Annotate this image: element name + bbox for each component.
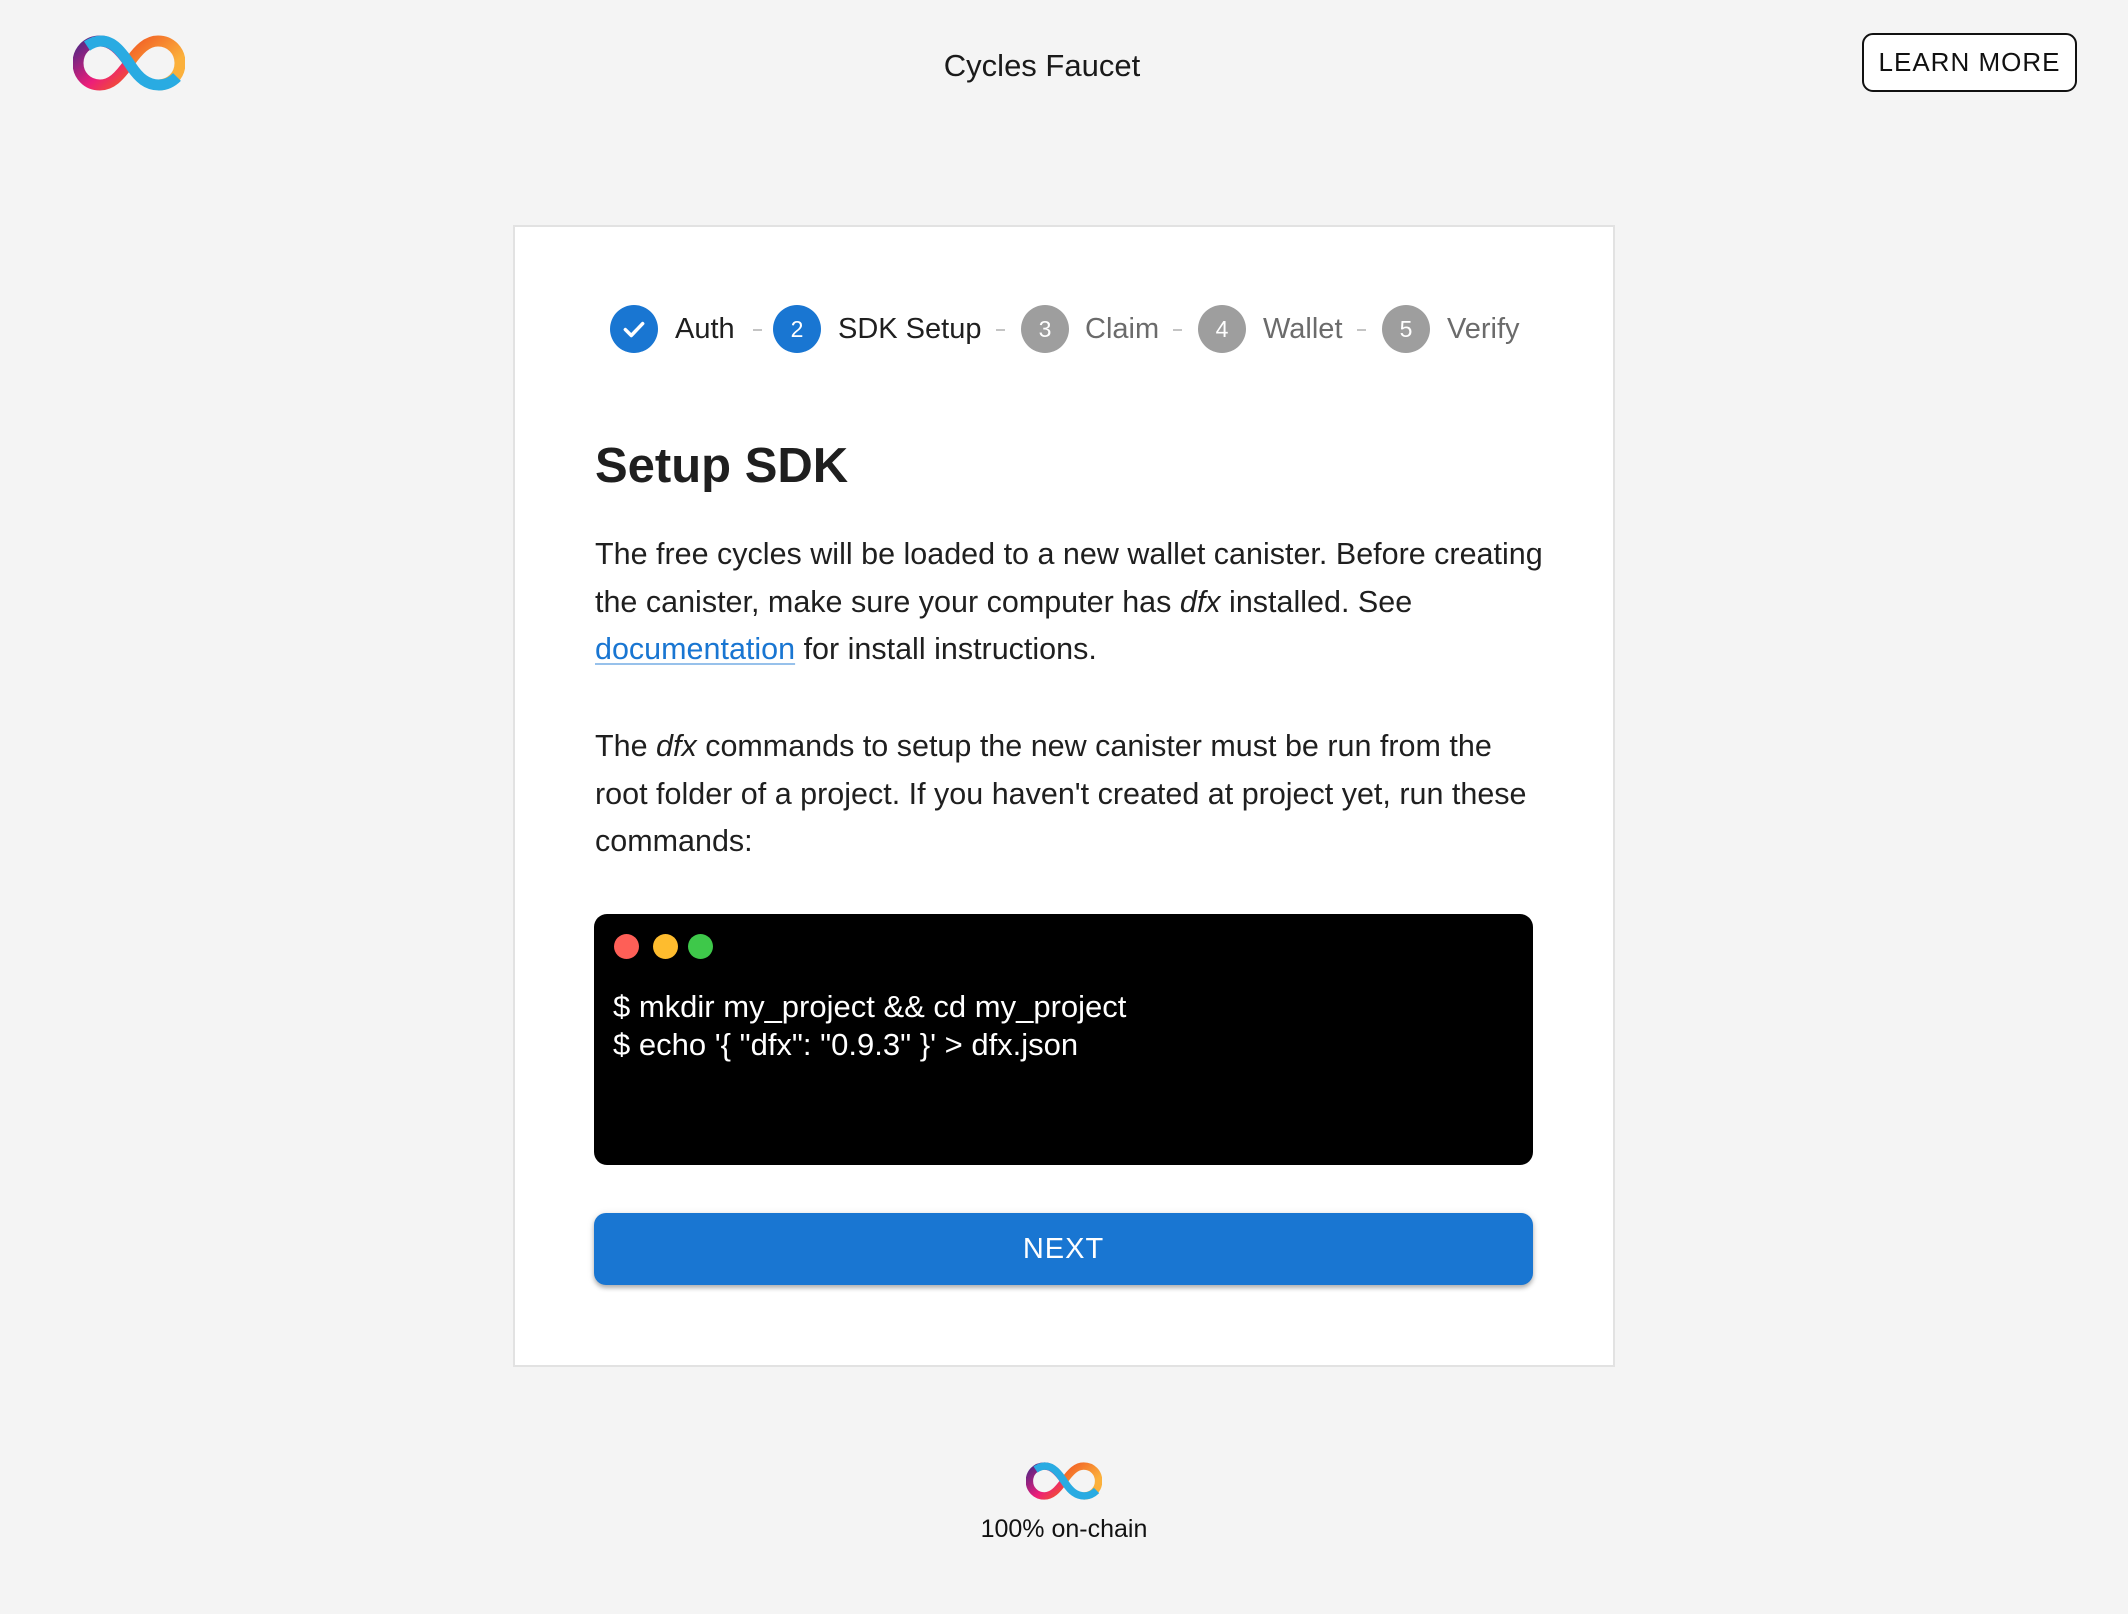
dfx-emphasis: dfx: [656, 729, 697, 763]
terminal-minimize-dot-icon: [653, 934, 678, 959]
text: commands to setup the new canister must …: [595, 729, 1527, 858]
check-icon: [623, 321, 645, 338]
infinity-logo-icon: [1025, 1462, 1103, 1500]
step-wallet-marker: 4: [1198, 305, 1246, 353]
app-title: Cycles Faucet: [943, 48, 1141, 83]
next-button[interactable]: NEXT: [594, 1213, 1533, 1285]
step-claim-label: Claim: [1085, 313, 1160, 345]
step-sdk-setup-label: SDK Setup: [838, 313, 982, 345]
step-auth-marker: [610, 305, 658, 353]
terminal-close-dot-icon: [614, 934, 639, 959]
step-sdk-setup-marker: 2: [773, 305, 821, 353]
text: installed. See: [1220, 584, 1413, 619]
step-separator: [1173, 329, 1182, 331]
footer-logo: [1025, 1462, 1103, 1500]
intro-paragraph: The free cycles will be loaded to a new …: [595, 531, 1545, 674]
dfx-emphasis: dfx: [1179, 584, 1221, 619]
step-claim-marker: 3: [1021, 305, 1069, 353]
step-wallet-label: Wallet: [1263, 313, 1343, 345]
text: for install instructions.: [795, 632, 1097, 666]
terminal-command[interactable]: $ echo '{ "dfx": "0.9.3" }' > dfx.json: [613, 1026, 1078, 1064]
step-verify-marker: 5: [1382, 305, 1430, 353]
terminal-command[interactable]: $ mkdir my_project && cd my_project: [613, 988, 1126, 1026]
footer-tagline: 100% on-chain: [980, 1515, 1148, 1543]
step-verify-label: Verify: [1447, 313, 1520, 345]
step-separator: [1357, 329, 1366, 331]
step-auth-label: Auth: [675, 313, 735, 345]
instructions-paragraph: The dfx commands to setup the new canist…: [595, 723, 1545, 866]
learn-more-button[interactable]: LEARN MORE: [1862, 33, 2077, 92]
text: The: [595, 729, 657, 763]
documentation-link[interactable]: documentation: [595, 632, 795, 666]
page-heading: Setup SDK: [595, 439, 849, 493]
step-separator: [996, 329, 1005, 331]
terminal-maximize-dot-icon: [688, 934, 713, 959]
step-separator: [753, 329, 762, 331]
